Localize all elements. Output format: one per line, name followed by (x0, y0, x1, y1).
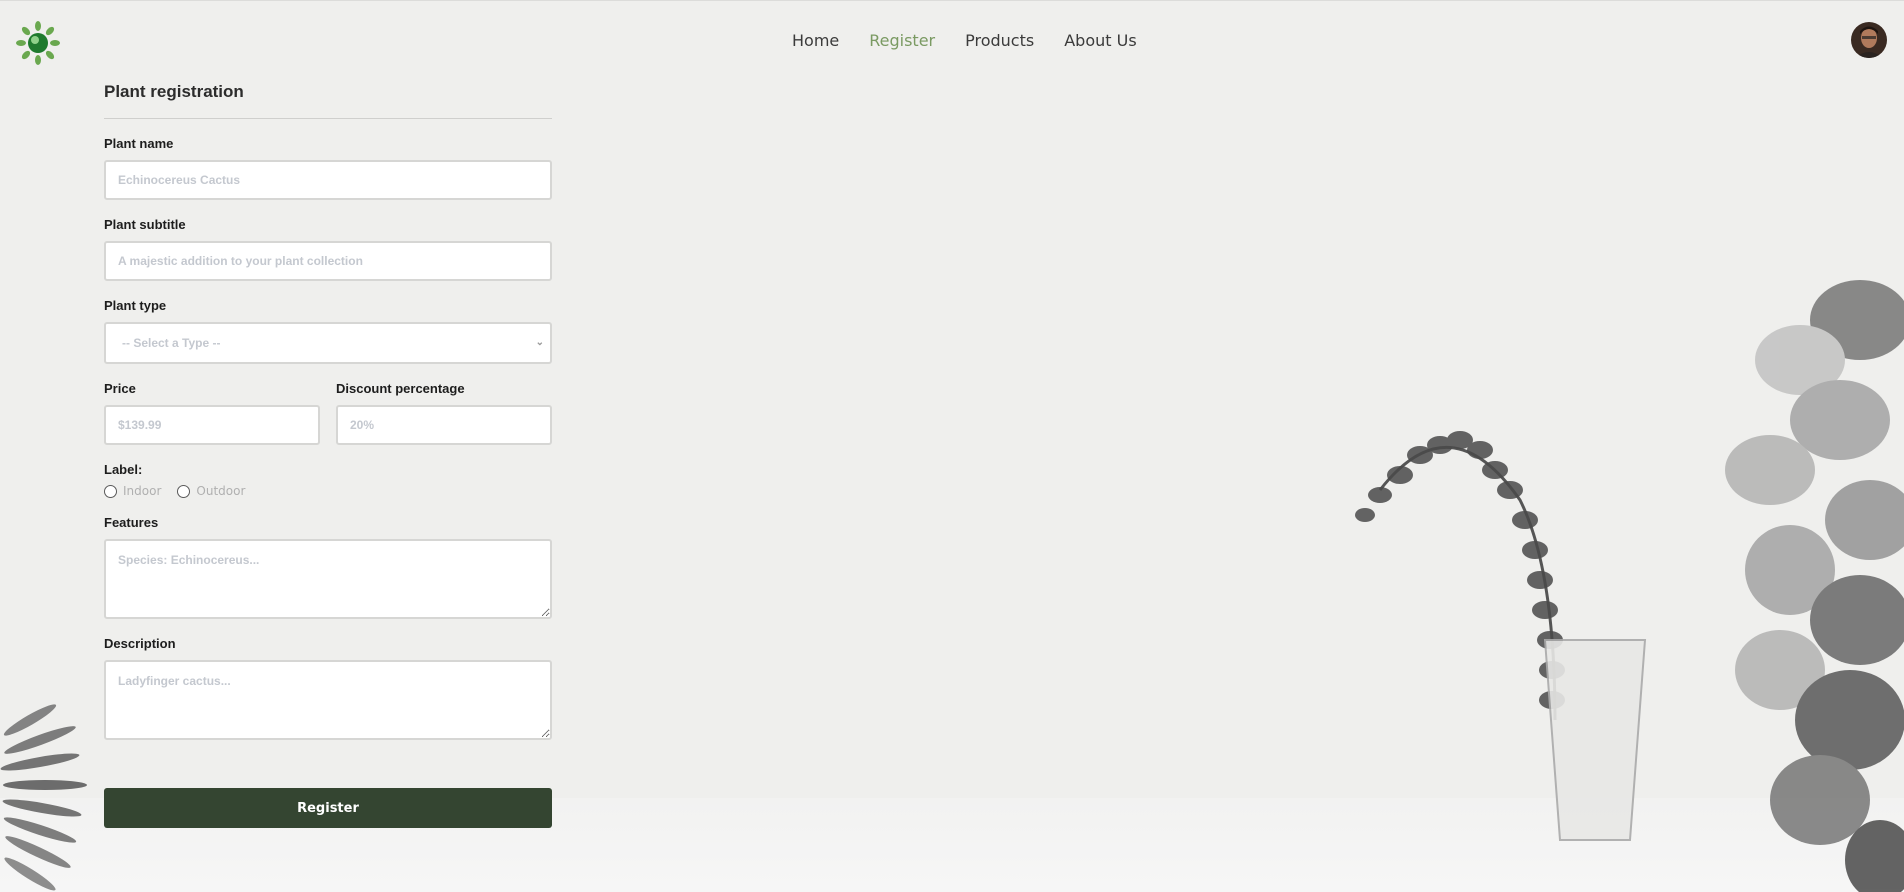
radio-outdoor-circle[interactable] (177, 484, 191, 498)
fern-decoration (0, 704, 87, 891)
plant-name-input[interactable] (104, 160, 552, 200)
price-input[interactable] (104, 405, 320, 445)
plant-registration-form: Plant registration Plant name Plant subt… (104, 82, 552, 828)
discount-column: Discount percentage (336, 364, 552, 445)
price-column: Price (104, 364, 320, 445)
header: Home Register Products About Us (0, 0, 1904, 83)
radio-indoor-label: Indoor (123, 484, 162, 498)
nav-home[interactable]: Home (792, 31, 839, 50)
nav-products[interactable]: Products (965, 31, 1034, 50)
chevron-down-icon: ⌄ (535, 337, 544, 348)
radio-outdoor-label: Outdoor (196, 484, 246, 498)
label-radio-group: Indoor Outdoor (104, 484, 552, 498)
discount-label: Discount percentage (336, 381, 465, 396)
radio-outdoor[interactable]: Outdoor (177, 484, 245, 498)
discount-input[interactable] (336, 405, 552, 445)
vase-plant-decoration (1355, 431, 1647, 841)
nav-register[interactable]: Register (869, 31, 935, 50)
plant-type-selected-value: -- Select a Type -- (122, 336, 221, 350)
price-discount-row: Price Discount percentage (104, 364, 552, 445)
form-title: Plant registration (104, 82, 552, 119)
plant-name-label: Plant name (104, 136, 174, 151)
register-button[interactable]: Register (104, 788, 552, 828)
page: Home Register Products About Us Plant re… (0, 0, 1904, 892)
description-textarea[interactable] (104, 660, 552, 740)
features-label: Features (104, 515, 159, 530)
description-label: Description (104, 636, 176, 651)
features-textarea[interactable] (104, 539, 552, 619)
plant-type-select[interactable]: -- Select a Type -- ⌄ (104, 322, 552, 364)
nav-about-us[interactable]: About Us (1064, 31, 1136, 50)
radio-indoor[interactable]: Indoor (104, 484, 161, 498)
user-avatar[interactable] (1851, 22, 1887, 58)
price-label: Price (104, 381, 136, 396)
main-nav: Home Register Products About Us (792, 31, 1137, 50)
plant-subtitle-input[interactable] (104, 241, 552, 281)
label-group-label: Label: (104, 462, 143, 477)
radio-indoor-circle[interactable] (104, 484, 117, 498)
plant-logo-icon[interactable] (16, 21, 60, 65)
leaves-decoration (1725, 280, 1904, 892)
plant-type-label: Plant type (104, 298, 167, 313)
plant-subtitle-label: Plant subtitle (104, 217, 186, 232)
